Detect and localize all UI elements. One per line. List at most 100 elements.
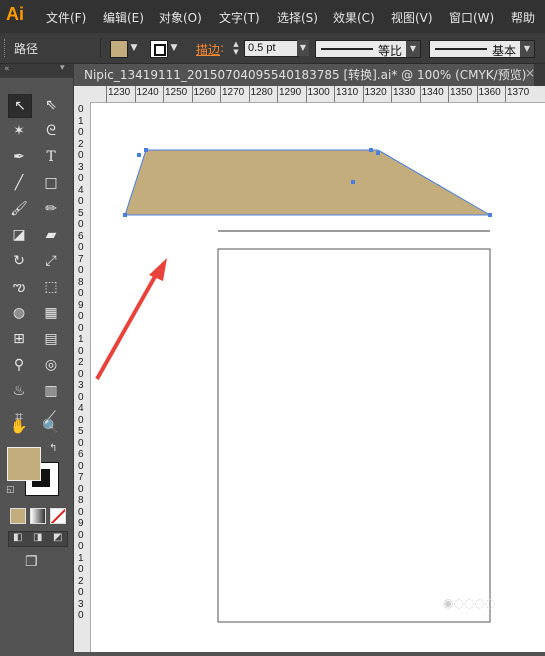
ruler-tick-label: 0: [78, 391, 84, 403]
artboard-canvas[interactable]: [91, 103, 545, 652]
tools-panel-header[interactable]: «▾: [0, 63, 73, 78]
vertical-ruler[interactable]: 0102030405060708090010203040506070809001…: [74, 102, 91, 652]
anchor-point[interactable]: [376, 151, 380, 155]
separator: [100, 38, 101, 58]
swap-fill-stroke-icon[interactable]: ↰: [49, 443, 57, 454]
default-colors-icon[interactable]: ◱: [6, 485, 15, 495]
zoom-tool-icon[interactable]: 🔍: [40, 416, 62, 438]
ruler-tick-label: 0: [78, 368, 84, 380]
draw-normal-icon[interactable]: ◧: [13, 532, 22, 543]
ruler-tick-label: 0: [78, 288, 84, 299]
grip-handle[interactable]: [4, 39, 8, 57]
anchor-point[interactable]: [137, 153, 141, 157]
gradient-tool-icon[interactable]: ▤: [40, 328, 62, 350]
gradient-mode-icon[interactable]: [30, 508, 46, 524]
anchor-point[interactable]: [123, 213, 127, 217]
paintbrush-tool-icon[interactable]: 🖌: [8, 198, 30, 220]
ruler-tick-label: 0: [78, 610, 84, 621]
ruler-tick: [448, 86, 449, 102]
ruler-tick: [134, 86, 136, 102]
ruler-tick-label: 5: [78, 426, 84, 437]
draw-behind-icon[interactable]: ◨: [33, 532, 42, 543]
blob-brush-tool-icon[interactable]: ◪: [8, 224, 30, 246]
brush-definition-select[interactable]: 基本 ▼: [429, 40, 535, 58]
fill-dropdown-icon[interactable]: ▼: [128, 40, 140, 56]
ruler-tick-label: 0: [78, 219, 84, 230]
fill-color-swatch[interactable]: [110, 40, 128, 58]
ruler-tick-label: 6: [78, 230, 84, 242]
ruler-tick-label: 2: [78, 575, 84, 587]
blend-tool-icon[interactable]: ◎: [40, 354, 62, 376]
symbol-sprayer-tool-icon[interactable]: ♨: [8, 380, 30, 402]
selection-tool-icon[interactable]: ↖: [8, 94, 32, 118]
stroke-weight-stepper[interactable]: ▲ ▼: [231, 40, 241, 56]
menu-window[interactable]: 窗口(W): [449, 9, 494, 26]
menu-object[interactable]: 对象(O): [159, 9, 202, 26]
document-tab[interactable]: Nipic_13419111_20150704095540183785 [转换]…: [74, 64, 534, 86]
menu-select[interactable]: 选择(S): [277, 9, 318, 26]
artwork[interactable]: [91, 103, 545, 652]
horizontal-ruler[interactable]: 1230 1240 1250 1260 1270 1280 1290 1300 1310 1320…: [90, 86, 545, 103]
warp-tool-icon[interactable]: ఌ: [8, 276, 30, 298]
rectangle-shape[interactable]: [217, 248, 491, 623]
ruler-tick: [248, 86, 250, 102]
perspective-grid-tool-icon[interactable]: ▦: [40, 302, 62, 324]
menu-view[interactable]: 视图(V): [391, 9, 433, 26]
menu-file[interactable]: 文件(F): [46, 9, 86, 26]
control-bar: 路径 ▼ ▼ 描边 : ▲ ▼ 0.5 pt ▼ 等比 ▼ 基本 ▼: [0, 33, 545, 64]
profile-dropdown-icon[interactable]: ▼: [406, 41, 420, 57]
stroke-label[interactable]: 描边: [196, 41, 220, 58]
panel-close-icon[interactable]: ▾: [60, 63, 65, 73]
menu-help[interactable]: 帮助: [511, 9, 535, 26]
screen-mode-icon[interactable]: ❐: [25, 554, 38, 570]
anchor-point[interactable]: [488, 213, 492, 217]
stroke-color-swatch[interactable]: [150, 40, 168, 58]
stroke-weight-dropdown-icon[interactable]: ▼: [297, 40, 309, 56]
ruler-tick-label: 0: [78, 414, 84, 426]
anchor-point[interactable]: [369, 148, 373, 152]
ruler-tick-label: 0: [78, 322, 84, 334]
magic-wand-tool-icon[interactable]: ✶: [8, 120, 30, 142]
arrow-head: [149, 258, 167, 281]
ruler-tick-label: 1300: [307, 87, 330, 98]
ruler-tick-label: 8: [78, 276, 84, 288]
tab-close-icon[interactable]: ×: [525, 66, 535, 80]
menu-edit[interactable]: 编辑(E): [103, 9, 144, 26]
lasso-tool-icon[interactable]: ᘓ: [40, 120, 62, 142]
trapezoid-shape[interactable]: [124, 149, 492, 216]
ruler-tick-label: 0: [78, 564, 84, 575]
brush-dropdown-icon[interactable]: ▼: [520, 41, 534, 57]
color-mode-icon[interactable]: [10, 508, 26, 524]
fill-color-indicator[interactable]: [7, 447, 41, 481]
watermark-logo: ◉◌◌◌◌: [443, 596, 496, 610]
ruler-tick: [163, 86, 164, 102]
variable-width-profile-select[interactable]: 等比 ▼: [315, 40, 421, 58]
anchor-point[interactable]: [351, 180, 355, 184]
ruler-tick-label: 3: [78, 161, 84, 173]
column-graph-tool-icon[interactable]: ▥: [40, 380, 62, 402]
shape-builder-tool-icon[interactable]: ◍: [8, 302, 30, 324]
pencil-tool-icon[interactable]: ✏: [40, 198, 62, 220]
menu-type[interactable]: 文字(T): [219, 9, 260, 26]
rectangle-tool-icon[interactable]: □: [40, 172, 62, 194]
stroke-dropdown-icon[interactable]: ▼: [168, 40, 180, 56]
eraser-tool-icon[interactable]: ▰: [40, 224, 62, 246]
hand-tool-icon[interactable]: ✋: [8, 416, 30, 438]
line-tool-icon[interactable]: ╱: [8, 172, 30, 194]
scale-tool-icon[interactable]: ⤢: [40, 250, 62, 272]
type-tool-icon[interactable]: T: [40, 146, 62, 168]
mesh-tool-icon[interactable]: ⊞: [8, 328, 30, 350]
ruler-tick-label: 1: [78, 115, 84, 127]
menu-effect[interactable]: 效果(C): [333, 9, 375, 26]
stroke-weight-input[interactable]: 0.5 pt: [244, 40, 299, 57]
anchor-point[interactable]: [144, 148, 148, 152]
pen-tool-icon[interactable]: ✒: [8, 146, 30, 168]
draw-inside-icon[interactable]: ◩: [53, 532, 62, 543]
free-transform-tool-icon[interactable]: ⬚: [40, 276, 62, 298]
ruler-origin[interactable]: [74, 86, 91, 103]
collapse-icon[interactable]: «: [4, 64, 10, 74]
eyedropper-tool-icon[interactable]: ⚲: [8, 354, 30, 376]
none-mode-icon[interactable]: [50, 508, 66, 524]
rotate-tool-icon[interactable]: ↻: [8, 250, 30, 272]
direct-selection-tool-icon[interactable]: ⇖: [40, 94, 62, 116]
